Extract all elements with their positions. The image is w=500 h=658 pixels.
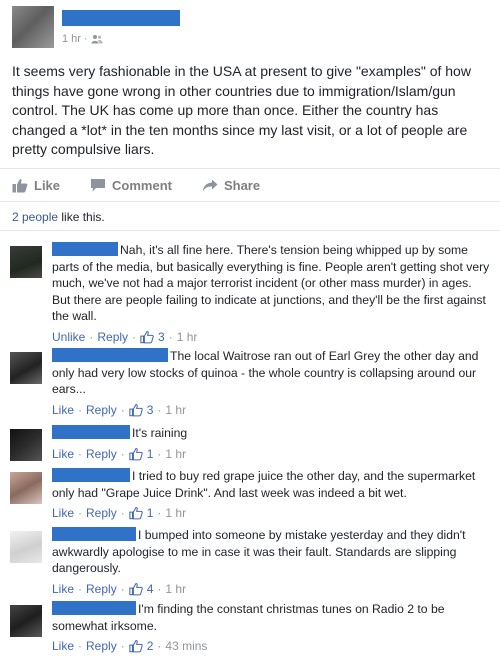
commenter-name-redacted[interactable] bbox=[52, 601, 136, 615]
comment-time[interactable]: 1 hr bbox=[165, 581, 186, 598]
divider bbox=[0, 201, 500, 202]
likes-count-link[interactable]: 2 people bbox=[12, 210, 58, 224]
comment-like-count[interactable]: 4 bbox=[147, 581, 154, 598]
divider bbox=[0, 168, 500, 169]
reply-link[interactable]: Reply bbox=[86, 581, 117, 598]
comment-meta: Like · Reply · 3 · 1 hr bbox=[52, 402, 492, 419]
meta-separator: · bbox=[120, 639, 125, 653]
comment-meta: Like · Reply · 2 · 43 mins bbox=[52, 638, 492, 655]
thumbs-up-outline-icon[interactable] bbox=[129, 639, 143, 653]
comment-like-count[interactable]: 3 bbox=[147, 402, 154, 419]
post-body: It seems very fashionable in the USA at … bbox=[12, 63, 471, 158]
comment-like-count[interactable]: 3 bbox=[158, 329, 165, 346]
meta-separator: · bbox=[168, 329, 173, 344]
unlike-link[interactable]: Unlike bbox=[52, 329, 85, 346]
post-time[interactable]: 1 hr bbox=[62, 33, 81, 45]
meta-separator: · bbox=[89, 329, 94, 344]
commenter-avatar[interactable] bbox=[10, 531, 42, 563]
commenter-avatar[interactable] bbox=[10, 429, 42, 461]
meta-separator: · bbox=[120, 581, 125, 596]
commenter-avatar[interactable] bbox=[10, 352, 42, 384]
share-icon bbox=[202, 179, 218, 191]
comment-like-count[interactable]: 1 bbox=[147, 505, 154, 522]
comment-meta: Unlike · Reply · 3 · 1 hr bbox=[52, 329, 492, 346]
like-link[interactable]: Like bbox=[52, 505, 74, 522]
comment-text: It's raining bbox=[132, 426, 188, 440]
comment-time[interactable]: 43 mins bbox=[165, 638, 207, 655]
commenter-name-redacted[interactable] bbox=[52, 242, 118, 256]
share-button[interactable]: Share bbox=[202, 178, 260, 193]
meta-separator: · bbox=[78, 402, 83, 417]
meta-separator: · bbox=[120, 402, 125, 417]
author-name-redacted[interactable] bbox=[62, 10, 180, 26]
thumbs-up-outline-icon[interactable] bbox=[129, 403, 143, 417]
reply-link[interactable]: Reply bbox=[97, 329, 128, 346]
friends-icon[interactable] bbox=[91, 34, 103, 44]
comment-button[interactable]: Comment bbox=[90, 178, 172, 193]
comment-meta: Like · Reply · 4 · 1 hr bbox=[52, 581, 492, 598]
post-action-bar: Like Comment Share bbox=[12, 172, 488, 198]
like-link[interactable]: Like bbox=[52, 638, 74, 655]
meta-separator: · bbox=[157, 581, 162, 596]
meta-separator: · bbox=[157, 446, 162, 461]
post-meta: 1 hr · bbox=[62, 33, 103, 45]
comment-meta: Like · Reply · 1 · 1 hr bbox=[52, 446, 492, 463]
commenter-avatar[interactable] bbox=[10, 605, 42, 637]
meta-separator: · bbox=[157, 402, 162, 417]
reply-link[interactable]: Reply bbox=[86, 638, 117, 655]
meta-separator: · bbox=[78, 581, 83, 596]
meta-separator: · bbox=[83, 33, 88, 45]
comment-time[interactable]: 1 hr bbox=[165, 402, 186, 419]
comment-time[interactable]: 1 hr bbox=[165, 446, 186, 463]
commenter-name-redacted[interactable] bbox=[52, 425, 130, 439]
commenter-name-redacted[interactable] bbox=[52, 468, 130, 482]
comment-like-count[interactable]: 1 bbox=[147, 446, 154, 463]
thumbs-up-outline-icon[interactable] bbox=[140, 330, 154, 344]
meta-separator: · bbox=[78, 639, 83, 653]
like-link[interactable]: Like bbox=[52, 402, 74, 419]
comment-time[interactable]: 1 hr bbox=[177, 329, 198, 346]
meta-separator: · bbox=[157, 639, 162, 653]
thumbs-up-outline-icon[interactable] bbox=[129, 447, 143, 461]
commenter-avatar[interactable] bbox=[10, 246, 42, 278]
comment-icon bbox=[91, 179, 106, 192]
commenter-name-redacted[interactable] bbox=[52, 527, 136, 541]
comment-label: Comment bbox=[112, 177, 172, 193]
like-link[interactable]: Like bbox=[52, 581, 74, 598]
post-header: 1 hr · bbox=[8, 6, 492, 50]
like-button[interactable]: Like bbox=[12, 178, 60, 193]
meta-separator: · bbox=[157, 506, 162, 520]
likes-suffix: like this. bbox=[58, 210, 105, 224]
comment-like-count[interactable]: 2 bbox=[147, 638, 154, 655]
comment-time[interactable]: 1 hr bbox=[165, 505, 186, 522]
meta-separator: · bbox=[78, 506, 83, 520]
share-label: Share bbox=[223, 177, 261, 193]
commenter-name-redacted[interactable] bbox=[52, 348, 168, 362]
thumbs-up-outline-icon[interactable] bbox=[129, 582, 143, 596]
meta-separator: · bbox=[120, 506, 125, 520]
reply-link[interactable]: Reply bbox=[86, 505, 117, 522]
reply-link[interactable]: Reply bbox=[86, 402, 117, 419]
like-label: Like bbox=[34, 177, 61, 193]
thumbs-up-outline-icon[interactable] bbox=[129, 506, 143, 520]
avatar[interactable] bbox=[12, 6, 54, 48]
thumbs-up-icon bbox=[12, 178, 28, 192]
meta-separator: · bbox=[78, 446, 83, 461]
commenter-avatar[interactable] bbox=[10, 472, 42, 504]
divider bbox=[0, 230, 500, 231]
comment-meta: Like · Reply · 1 · 1 hr bbox=[52, 505, 492, 522]
reply-link[interactable]: Reply bbox=[86, 446, 117, 463]
like-link[interactable]: Like bbox=[52, 446, 74, 463]
meta-separator: · bbox=[132, 329, 137, 344]
likes-summary: 2 people like this. bbox=[12, 210, 105, 224]
meta-separator: · bbox=[120, 446, 125, 461]
